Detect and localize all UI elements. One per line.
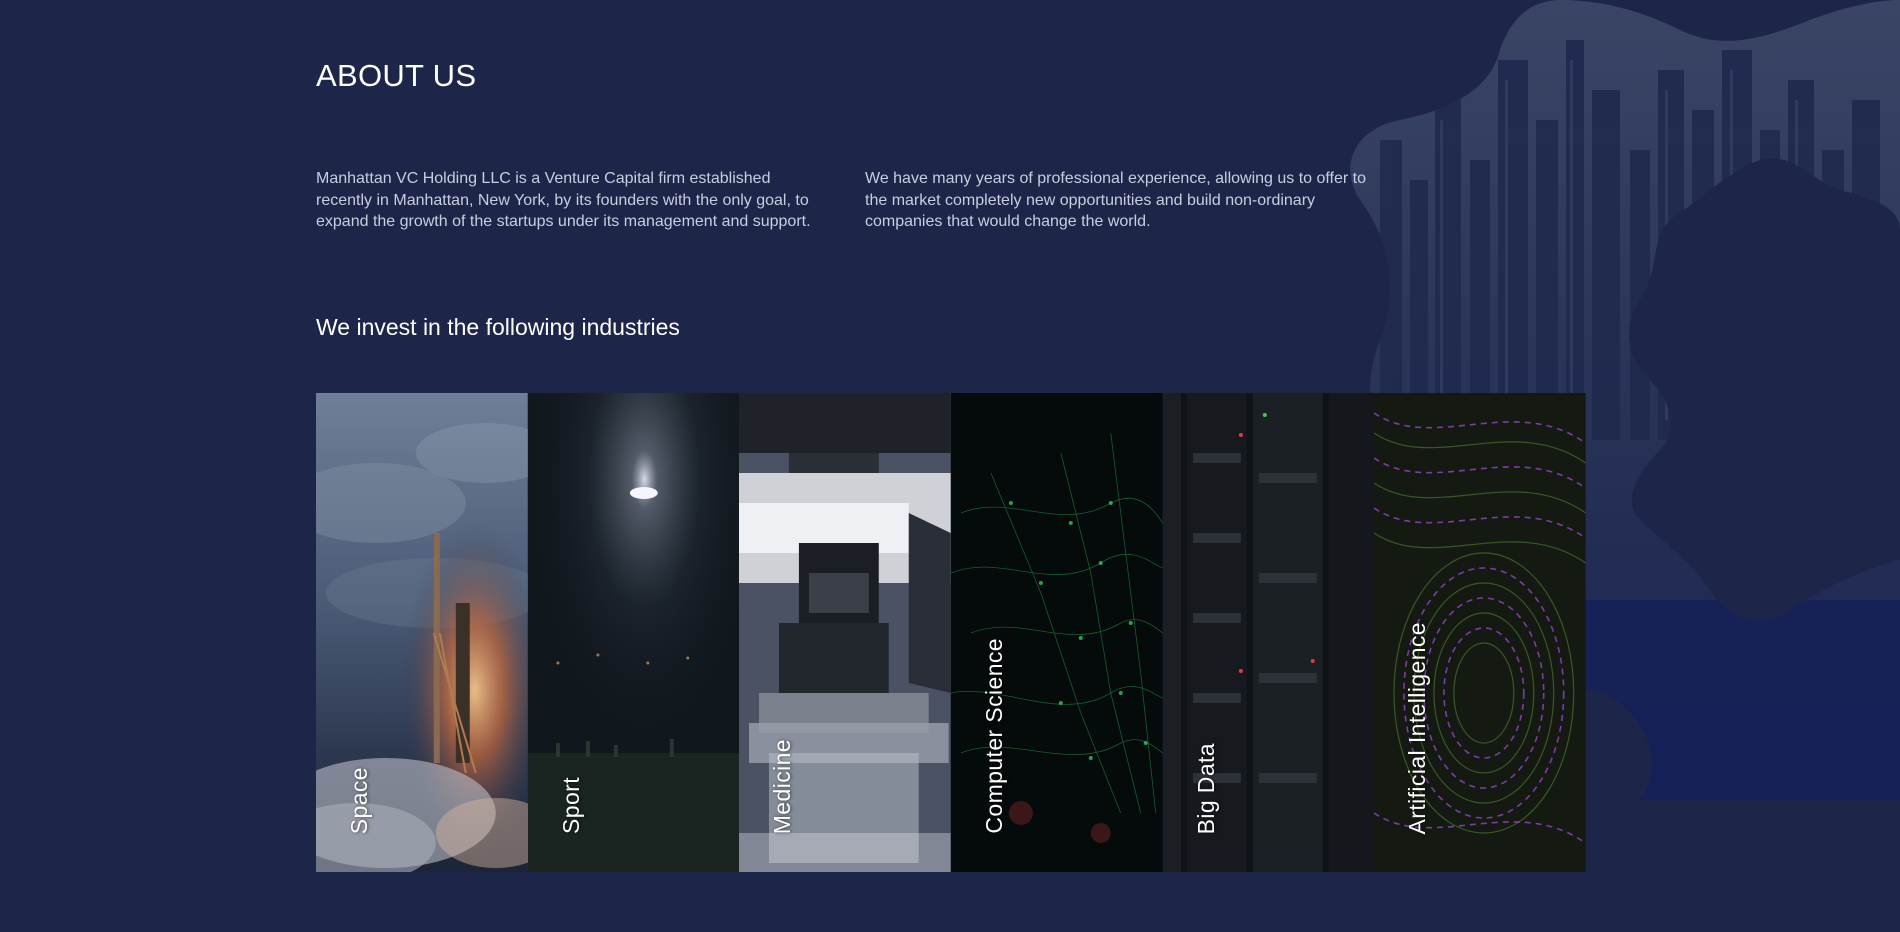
industry-card-space[interactable]: Space: [316, 393, 528, 872]
about-paragraph-left: Manhattan VC Holding LLC is a Venture Ca…: [316, 170, 811, 230]
industry-card-medicine[interactable]: Medicine: [739, 393, 952, 872]
industry-label: Sport: [557, 777, 584, 834]
industry-label: Big Data: [1192, 742, 1219, 834]
industry-label: Artificial Intelligence: [1404, 621, 1431, 834]
about-paragraph-right: We have many years of professional exper…: [865, 170, 1367, 230]
industry-card-big-data[interactable]: Big Data: [1162, 393, 1375, 872]
industries-heading: We invest in the following industries: [316, 314, 680, 340]
industry-card-sport[interactable]: Sport: [527, 393, 740, 872]
industry-card-computer-science[interactable]: Computer Science: [951, 393, 1163, 872]
industry-label: Space: [346, 766, 372, 834]
industry-card-artificial-intelligence[interactable]: Artificial Intelligence: [1374, 393, 1587, 872]
industry-label: Medicine: [769, 738, 796, 834]
page-title: ABOUT US: [316, 58, 477, 93]
industry-label: Computer Science: [981, 638, 1008, 834]
industries-gallery: Space Sport Medicine Computer Science Bi…: [316, 393, 1587, 872]
